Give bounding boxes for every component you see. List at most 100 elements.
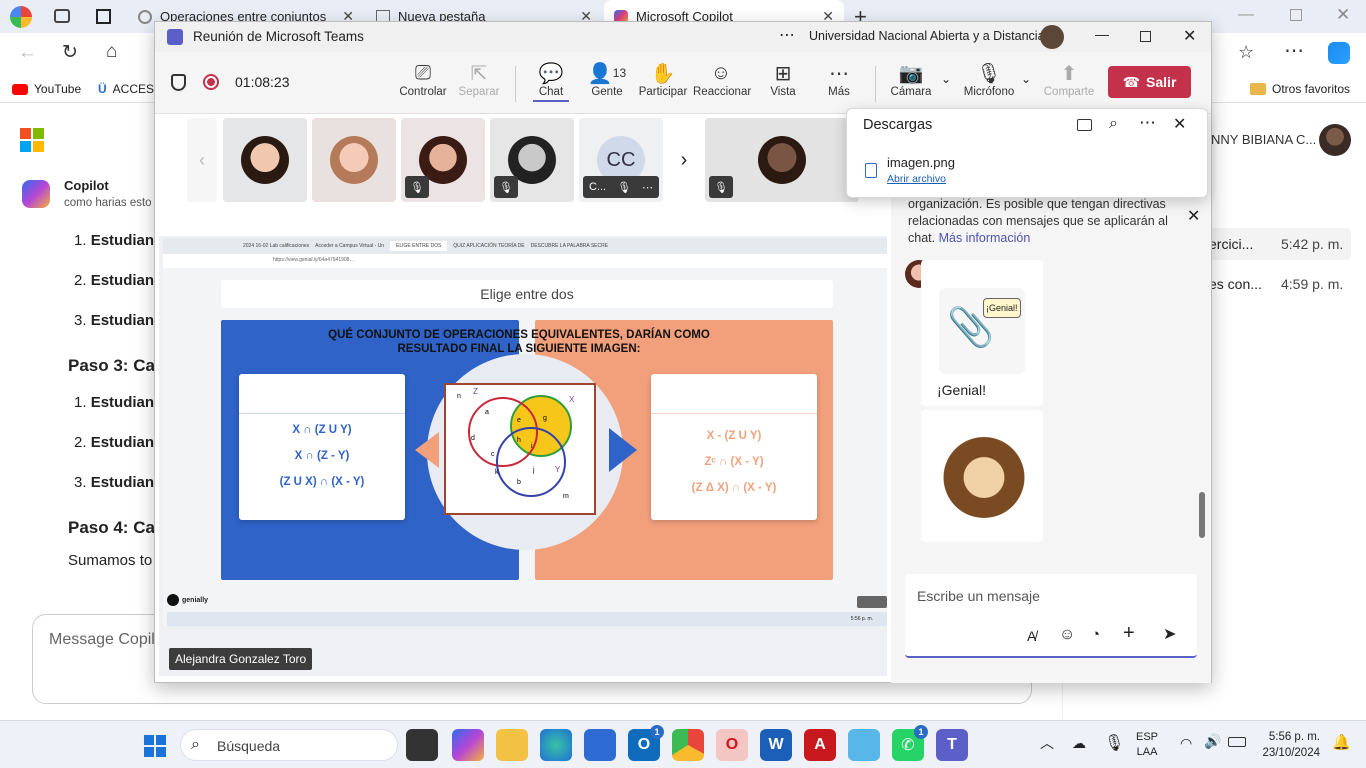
chevron-up-icon[interactable]: ︿	[1040, 733, 1054, 753]
participant-tile[interactable]: CC C... 🎙 ⋯	[579, 118, 663, 202]
close-icon[interactable]: ✕	[1187, 206, 1200, 226]
restore-icon[interactable]	[1290, 9, 1302, 21]
maximize-icon[interactable]	[1140, 31, 1151, 42]
more-icon[interactable]: ⋯	[1139, 113, 1156, 133]
clock[interactable]: 5:56 p. m. 23/10/2024	[1256, 729, 1320, 761]
chat-button[interactable]: 💬 Chat	[523, 60, 579, 102]
microfono-button[interactable]: 🎙 Micrófono	[961, 60, 1017, 99]
gente-button[interactable]: 👤 13 Gente	[579, 60, 635, 99]
copilot-app-icon[interactable]	[452, 729, 484, 761]
outlook-icon[interactable]: O1	[628, 725, 664, 761]
participar-button[interactable]: ✋ Participar	[635, 60, 691, 99]
compose-box[interactable]: Escribe un mensaje A̸ ☺ ◔ + ➤	[905, 574, 1197, 658]
participant-label: C... 🎙 ⋯	[583, 176, 659, 198]
network-icon[interactable]: ☁	[1072, 735, 1086, 752]
venn-label: b	[517, 479, 521, 486]
notification-bell-icon[interactable]: 🔔	[1332, 733, 1351, 751]
volume-icon[interactable]: 🔊	[1204, 733, 1221, 750]
participant-tile[interactable]	[223, 118, 307, 202]
message-bubble[interactable]	[921, 410, 1043, 542]
battery-icon[interactable]	[1228, 737, 1246, 747]
participant-tile[interactable]: 🎙	[401, 118, 485, 202]
fullscreen-icon[interactable]	[857, 596, 887, 608]
strip-next-button[interactable]: ›	[667, 118, 701, 202]
chevron-down-icon[interactable]: ⌄	[1021, 72, 1031, 86]
format-icon[interactable]: A̸	[1027, 628, 1036, 644]
participant-tile[interactable]: 🎙	[705, 118, 859, 202]
teams-icon[interactable]: T	[936, 729, 968, 761]
task-view-icon[interactable]	[406, 729, 438, 761]
language-indicator[interactable]: ESP LAA	[1136, 730, 1158, 760]
scrollbar-thumb[interactable]	[1199, 492, 1205, 538]
favorite-youtube[interactable]: YouTube	[12, 75, 81, 103]
open-folder-icon[interactable]	[1077, 119, 1092, 131]
edge-icon[interactable]	[540, 729, 572, 761]
participant-strip: ‹ 🎙 🎙 CC C... 🎙 ⋯ › 🎙	[155, 114, 891, 208]
chrome-icon[interactable]	[672, 729, 704, 761]
more-options-icon[interactable]: ⋯	[779, 25, 795, 45]
wifi-icon[interactable]: ◠	[1180, 735, 1192, 752]
list-item: 3. Estudian	[74, 474, 155, 491]
open-file-link[interactable]: Abrir archivo	[887, 173, 946, 185]
store-icon[interactable]	[584, 729, 616, 761]
venn-label: X	[569, 395, 575, 404]
refresh-icon[interactable]: ↻	[62, 41, 78, 64]
opera-icon[interactable]: O	[716, 729, 748, 761]
browser-profile-icon[interactable]	[10, 6, 32, 28]
search-icon[interactable]: ⌕	[1109, 115, 1118, 133]
paint-icon[interactable]	[848, 729, 880, 761]
chevron-down-icon[interactable]: ⌄	[941, 72, 951, 86]
avatar[interactable]	[1040, 25, 1064, 49]
salir-button[interactable]: ☎ Salir	[1108, 66, 1191, 98]
reaccionar-button[interactable]: ☺ Reaccionar	[693, 60, 751, 99]
start-icon[interactable]	[144, 735, 166, 757]
more-icon: ⋯	[829, 62, 849, 85]
option-text: X - (Z U Y)	[706, 430, 762, 442]
vista-button[interactable]: ⊞ Vista	[755, 60, 811, 99]
favorites-icon[interactable]: ☆	[1238, 42, 1254, 63]
close-window-icon[interactable]: ✕	[1336, 5, 1350, 25]
vertical-tabs-icon[interactable]	[96, 9, 111, 24]
loop-icon[interactable]: ◔	[1091, 626, 1100, 643]
mas-button[interactable]: ⋯ Más	[811, 60, 867, 99]
message-bubble[interactable]: 📎 ¡Genial! ¡Genial!	[921, 260, 1043, 406]
strip-prev-button[interactable]: ‹	[187, 118, 217, 202]
collections-icon[interactable]	[54, 9, 70, 23]
accesi-icon: Ü	[98, 82, 107, 96]
send-icon[interactable]: ➤	[1163, 624, 1176, 644]
file-explorer-icon[interactable]	[496, 729, 528, 761]
minimize-icon[interactable]: —	[1238, 6, 1254, 24]
whatsapp-icon[interactable]: ✆ 1	[892, 725, 928, 761]
venn-label: n	[457, 393, 461, 400]
minimize-icon[interactable]: —	[1095, 26, 1109, 42]
participant-tile[interactable]: 🎙	[490, 118, 574, 202]
comparte-button[interactable]: ⬆ Comparte	[1041, 60, 1097, 99]
home-icon[interactable]: ⌂	[106, 41, 117, 63]
separar-button[interactable]: ⇱ Separar	[451, 60, 507, 99]
close-icon[interactable]: ✕	[1173, 114, 1186, 134]
favorite-accesi[interactable]: Ü ACCESI	[98, 75, 157, 103]
option-card-right[interactable]: X - (Z U Y) Zᶜ ∩ (X - Y) (Z Δ X) ∩ (X - …	[651, 374, 817, 520]
emoji-icon[interactable]: ☺	[1059, 626, 1075, 644]
more-menu-icon[interactable]: ⋯	[1284, 38, 1304, 63]
option-card-left[interactable]: X ∩ (Z U Y) X ∩ (Z - Y) (Z U X) ∩ (X - Y…	[239, 374, 405, 520]
controlar-button[interactable]: ⎚ Controlar	[395, 60, 451, 99]
camara-button[interactable]: 📷 Cámara	[883, 60, 939, 99]
add-icon[interactable]: +	[1123, 622, 1135, 645]
copilot-sidebar-icon[interactable]	[1328, 42, 1350, 64]
close-icon[interactable]: ✕	[1183, 26, 1196, 46]
arrow-left-icon[interactable]	[415, 432, 439, 468]
taskbar-search[interactable]: ⌕ Búsqueda	[180, 729, 398, 761]
arrow-right-icon[interactable]	[609, 428, 637, 472]
favorite-otros[interactable]: Otros favoritos	[1250, 75, 1350, 103]
participant-tile[interactable]	[312, 118, 396, 202]
word-icon[interactable]: W	[760, 729, 792, 761]
back-icon[interactable]: ←	[18, 42, 37, 64]
acrobat-icon[interactable]: A	[804, 729, 836, 761]
message-input[interactable]: Escribe un mensaje	[917, 588, 1040, 604]
file-name[interactable]: imagen.png	[887, 155, 955, 170]
message-input[interactable]: Message Copilo	[49, 631, 164, 649]
mic-icon[interactable]: 🎙	[1104, 733, 1124, 753]
avatar[interactable]	[1319, 124, 1351, 156]
more-info-link[interactable]: Más información	[939, 231, 1031, 245]
